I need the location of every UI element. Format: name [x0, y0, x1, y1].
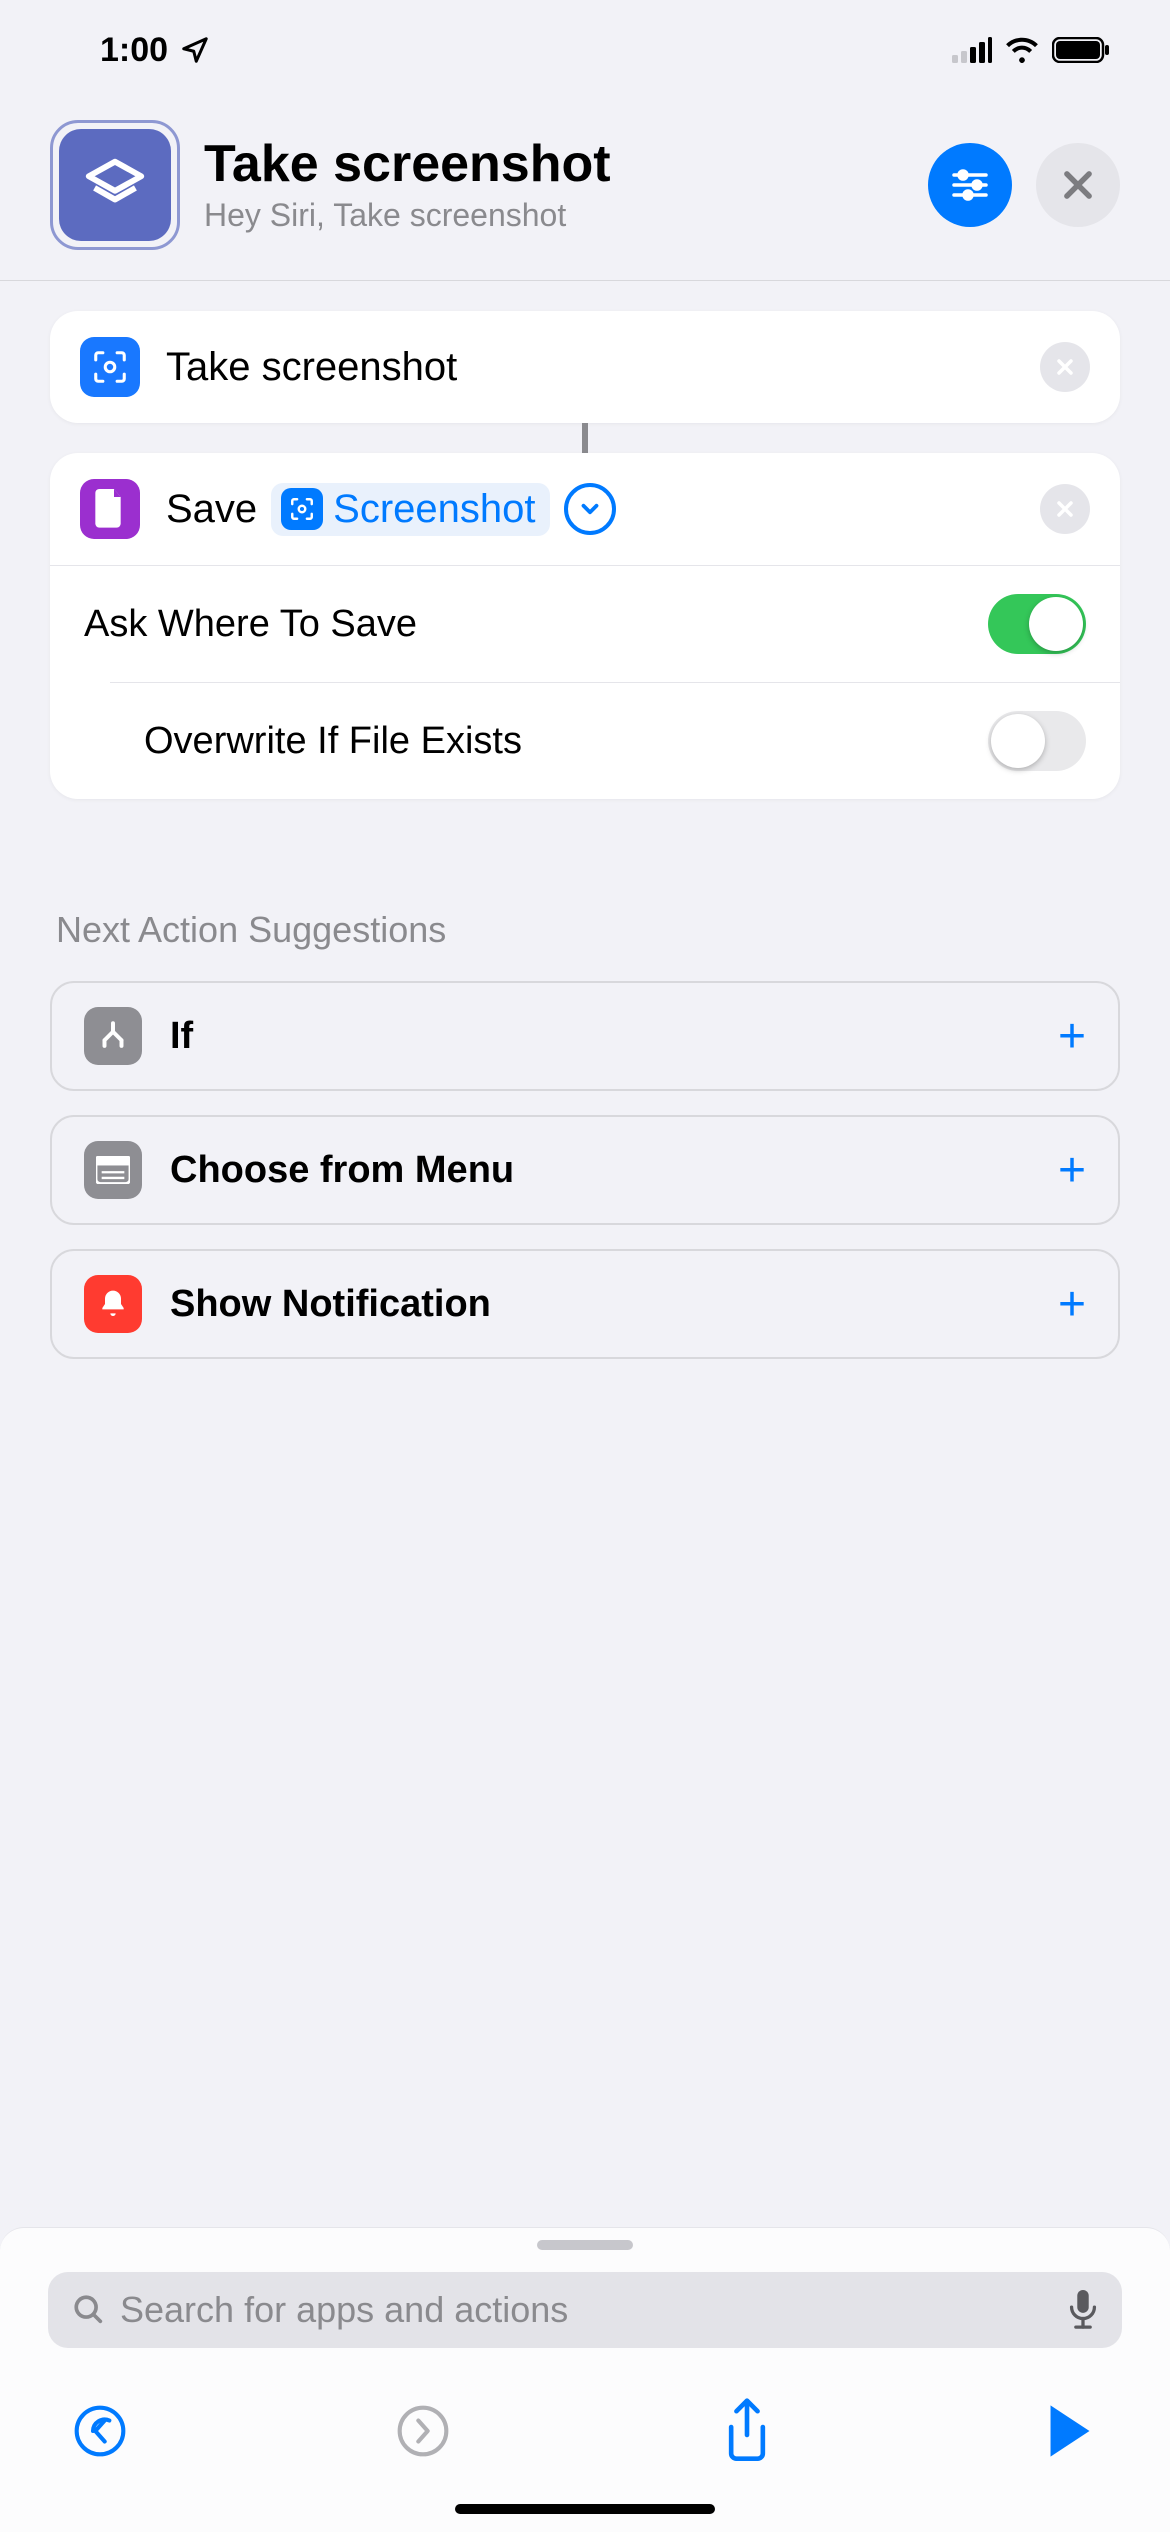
add-suggestion-button[interactable]: + [1058, 1009, 1086, 1064]
suggestion-label: If [170, 1015, 1030, 1058]
settings-button[interactable] [928, 143, 1012, 227]
editor-content: Take screenshot Save [0, 281, 1170, 1359]
share-icon [720, 2398, 774, 2464]
shortcut-app-icon[interactable] [50, 120, 180, 250]
search-placeholder: Search for apps and actions [120, 2289, 1054, 2331]
toggle-ask-where[interactable] [988, 594, 1086, 654]
status-time: 1:00 [100, 31, 210, 70]
action-take-screenshot[interactable]: Take screenshot [50, 311, 1120, 423]
wifi-icon [1004, 37, 1040, 63]
chevron-down-icon [577, 496, 603, 522]
suggestion-label: Show Notification [170, 1283, 1030, 1326]
save-action-label: Save Screenshot [166, 483, 1014, 536]
camera-bracket-icon [289, 496, 315, 522]
sliders-icon [948, 163, 992, 207]
suggestion-choose-menu[interactable]: Choose from Menu + [50, 1115, 1120, 1225]
battery-icon [1052, 37, 1110, 63]
run-button[interactable] [1030, 2403, 1110, 2459]
action-connector [582, 423, 588, 453]
document-icon [93, 489, 127, 529]
screenshot-app-icon [80, 337, 140, 397]
x-icon [1053, 497, 1077, 521]
menu-icon [84, 1141, 142, 1199]
shortcut-title[interactable]: Take screenshot [204, 136, 904, 193]
editor-header: Take screenshot Hey Siri, Take screensho… [0, 100, 1170, 281]
undo-icon [72, 2403, 128, 2459]
bottom-panel: Search for apps and actions [0, 2227, 1170, 2532]
variable-name: Screenshot [333, 487, 535, 532]
suggestions-heading: Next Action Suggestions [56, 909, 1120, 951]
redo-icon [395, 2403, 451, 2459]
action-label: Take screenshot [166, 345, 1014, 390]
redo-button[interactable] [383, 2403, 463, 2459]
search-icon [72, 2293, 106, 2327]
drag-handle[interactable] [537, 2240, 633, 2250]
delete-action-button[interactable] [1040, 342, 1090, 392]
dictation-icon[interactable] [1068, 2290, 1098, 2330]
clock-text: 1:00 [100, 31, 168, 70]
home-indicator[interactable] [455, 2504, 715, 2514]
close-button[interactable] [1036, 143, 1120, 227]
undo-button[interactable] [60, 2403, 140, 2459]
cellular-icon [952, 37, 992, 63]
action-save-file[interactable]: Save Screenshot [50, 453, 1120, 799]
option-ask-where-label: Ask Where To Save [84, 603, 417, 646]
add-suggestion-button[interactable]: + [1058, 1277, 1086, 1332]
x-icon [1053, 355, 1077, 379]
add-suggestion-button[interactable]: + [1058, 1143, 1086, 1198]
option-overwrite-label: Overwrite If File Exists [144, 720, 522, 763]
toggle-overwrite[interactable] [988, 711, 1086, 771]
status-indicators [952, 37, 1110, 63]
search-bar[interactable]: Search for apps and actions [48, 2272, 1122, 2348]
shortcuts-glyph-icon [80, 150, 150, 220]
location-icon [180, 35, 210, 65]
file-app-icon [80, 479, 140, 539]
title-block: Take screenshot Hey Siri, Take screensho… [204, 136, 904, 234]
variable-screenshot[interactable]: Screenshot [271, 483, 549, 536]
expand-options-button[interactable] [564, 483, 616, 535]
bottom-toolbar [0, 2348, 1170, 2504]
play-icon [1045, 2403, 1095, 2459]
if-icon [84, 1007, 142, 1065]
suggestion-show-notification[interactable]: Show Notification + [50, 1249, 1120, 1359]
status-bar: 1:00 [0, 0, 1170, 100]
suggestion-if[interactable]: If + [50, 981, 1120, 1091]
share-button[interactable] [707, 2398, 787, 2464]
bell-icon [84, 1275, 142, 1333]
delete-action-button[interactable] [1040, 484, 1090, 534]
siri-phrase: Hey Siri, Take screenshot [204, 197, 904, 234]
suggestion-label: Choose from Menu [170, 1149, 1030, 1192]
camera-bracket-icon [91, 348, 129, 386]
close-icon [1059, 166, 1097, 204]
save-verb: Save [166, 487, 257, 532]
